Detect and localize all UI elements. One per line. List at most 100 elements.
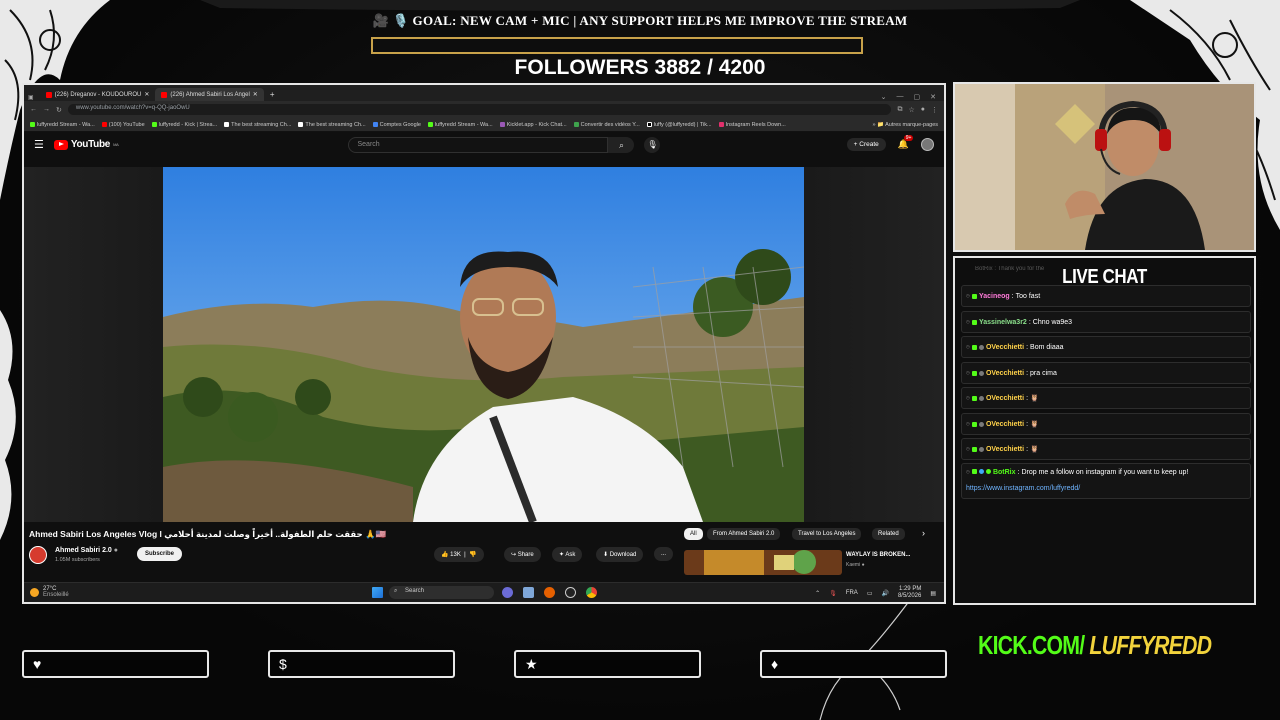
obs-icon[interactable]: [565, 587, 576, 598]
chat-message: ◷ OVecchietti: Bom diaaa: [961, 336, 1251, 358]
chat-separator: :: [1026, 394, 1029, 402]
notifications-bell-icon[interactable]: 🔔 9+: [898, 135, 914, 150]
chat-text: Chno wa9e3: [1032, 318, 1073, 326]
chat-username[interactable]: OVecchietti: [986, 344, 1024, 351]
bookmark-item[interactable]: (100) YouTube: [101, 122, 145, 128]
maximize-icon[interactable]: ▢: [914, 93, 921, 101]
chip-travel[interactable]: Travel to Los Angeles: [792, 528, 862, 540]
dislike-button[interactable]: 👎: [469, 552, 476, 558]
reload-icon[interactable]: ↻: [56, 106, 62, 114]
mic-tray-icon[interactable]: 🎙: [829, 590, 837, 597]
close-tab-icon[interactable]: ✕: [144, 91, 149, 98]
chip-from-channel[interactable]: From Ahmed Sabiri 2.0: [707, 528, 781, 540]
recommended-thumbnail[interactable]: [684, 550, 842, 575]
notification-center-icon[interactable]: ▤: [930, 590, 936, 597]
youtube-header: ☰ YouTube MA Search ⌕ 🎙 + Create 🔔 9+: [24, 132, 944, 157]
clock[interactable]: 1:29 PM 8/5/2026: [898, 586, 921, 600]
create-button[interactable]: + Create: [846, 138, 886, 151]
address-bar-row: ← → ↻ www.youtube.com/watch?v=q-QQ-jaoOw…: [24, 101, 944, 118]
account-avatar[interactable]: [921, 138, 934, 151]
file-explorer-icon[interactable]: [523, 587, 534, 598]
bookmark-item[interactable]: Instagram Reels Down...: [718, 122, 786, 128]
chat-username[interactable]: Yassinelwa3r2: [979, 319, 1027, 326]
bookmark-star-icon[interactable]: ☆: [908, 106, 914, 114]
kick-icon: [427, 121, 433, 127]
chat-link[interactable]: https://www.instagram.com/luffyredd/: [966, 485, 1250, 492]
youtube-logo[interactable]: YouTube MA: [53, 139, 119, 150]
chat-username[interactable]: OVecchietti: [986, 421, 1024, 428]
browser-tab-active[interactable]: (226) Ahmed Sabiri Los Angel ✕: [155, 88, 264, 101]
profile-icon[interactable]: ●: [921, 106, 925, 113]
new-tab-button[interactable]: +: [270, 90, 275, 101]
bookmark-item[interactable]: luffyredd Stream - Wa...: [30, 122, 95, 128]
chrome-icon[interactable]: [586, 587, 597, 598]
browser-window: ▣ (226) Dreganov - KOUDOUROU ✕ (226) Ahm…: [22, 83, 946, 604]
close-window-icon[interactable]: ✕: [930, 93, 936, 101]
extensions-icon[interactable]: ⧉: [897, 106, 902, 114]
browser-tab[interactable]: (226) Dreganov - KOUDOUROU ✕: [40, 88, 156, 101]
taskbar-search[interactable]: ⌕ Search: [389, 586, 494, 599]
bookmark-item[interactable]: luffy (@luffyredd) | Tik...: [646, 122, 712, 128]
chat-username[interactable]: BotRix: [993, 469, 1016, 476]
youtube-favicon-icon: [161, 91, 168, 98]
bookmark-item[interactable]: The best streaming Ch...: [298, 121, 366, 128]
chat-username[interactable]: OVecchietti: [986, 446, 1024, 453]
chat-username[interactable]: OVecchietti: [986, 395, 1024, 402]
bookmark-item[interactable]: The best streaming Ch...: [224, 122, 291, 128]
chat-separator: :: [1011, 292, 1014, 300]
volume-icon[interactable]: 🔊: [881, 590, 888, 597]
channel-name[interactable]: Ahmed Sabiri 2.0 ●: [55, 547, 118, 554]
chevron-right-icon[interactable]: ›: [922, 528, 925, 538]
video-player[interactable]: [163, 167, 804, 522]
thumbs-up-icon: 👍: [441, 552, 449, 558]
bookmark-label: The best streaming Ch...: [231, 121, 292, 128]
chevron-up-icon[interactable]: ⌃: [815, 590, 820, 597]
language-indicator[interactable]: FRA: [846, 590, 858, 596]
chip-all[interactable]: All: [684, 528, 703, 540]
network-icon[interactable]: ▭: [867, 590, 873, 597]
chat-username[interactable]: Yacineog: [979, 293, 1010, 300]
bookmark-item[interactable]: Convertir des vidéos Y...: [573, 122, 640, 128]
message-time-icon: ◷: [966, 370, 970, 375]
bookmarks-folder[interactable]: » 📁 Autres marque-pages: [872, 122, 938, 128]
support-box-dollar: $: [268, 650, 455, 678]
chip-related[interactable]: Related: [872, 528, 905, 540]
subscribe-button[interactable]: Subscribe: [137, 547, 183, 561]
chat-username[interactable]: OVecchietti: [986, 370, 1024, 377]
minimize-icon[interactable]: —: [897, 93, 904, 101]
bookmark-item[interactable]: luffyredd - Kick | Strea...: [151, 121, 217, 128]
like-button[interactable]: 👍 13K: [441, 552, 461, 558]
download-icon: ⬇: [603, 552, 609, 558]
windows-start-icon[interactable]: [372, 587, 383, 598]
dropdown-icon[interactable]: ⌄: [881, 93, 887, 101]
more-actions-button[interactable]: ...: [654, 547, 674, 561]
subscriber-badge-icon: [978, 370, 984, 376]
search-icon[interactable]: ⌕: [608, 136, 635, 153]
hamburger-menu-icon[interactable]: ☰: [34, 138, 44, 151]
chat-message: ◷ Yassinelwa3r2: Chno wa9e3: [961, 311, 1251, 333]
menu-icon[interactable]: ⋮: [931, 106, 938, 114]
download-button[interactable]: ⬇ Download: [596, 547, 644, 562]
tab-search-icon[interactable]: ▣: [28, 94, 34, 101]
recommended-title[interactable]: WAYLAY IS BROKEN...: [846, 552, 910, 558]
close-tab-icon[interactable]: ✕: [253, 91, 258, 98]
page-icon: [298, 121, 304, 127]
forward-icon[interactable]: →: [43, 106, 50, 113]
kick-icon: [151, 121, 157, 127]
firefox-icon[interactable]: [544, 587, 555, 598]
bookmark-item[interactable]: Comptes Google: [372, 122, 421, 128]
back-icon[interactable]: ←: [30, 106, 37, 113]
chat-text: Too fast: [1015, 292, 1041, 300]
copilot-icon[interactable]: [502, 587, 513, 598]
share-button[interactable]: ↪ Share: [504, 547, 541, 562]
url-field[interactable]: www.youtube.com/watch?v=q-QQ-jaoOwU: [67, 104, 892, 115]
channel-avatar[interactable]: [29, 546, 47, 564]
bookmark-item[interactable]: luffyredd Stream - Wa...: [427, 121, 493, 128]
ask-button[interactable]: ✦ Ask: [552, 547, 583, 562]
weather-widget[interactable]: 27°C Ensoleillé: [30, 586, 69, 598]
microphone-icon[interactable]: 🎙: [644, 136, 661, 153]
chat-text: Bom diaaa: [1030, 343, 1064, 351]
youtube-search-input[interactable]: Search: [348, 136, 609, 153]
bookmark-item[interactable]: Kicklet.app - Kick Chat...: [499, 122, 567, 128]
kick-badge-icon: [971, 395, 977, 401]
